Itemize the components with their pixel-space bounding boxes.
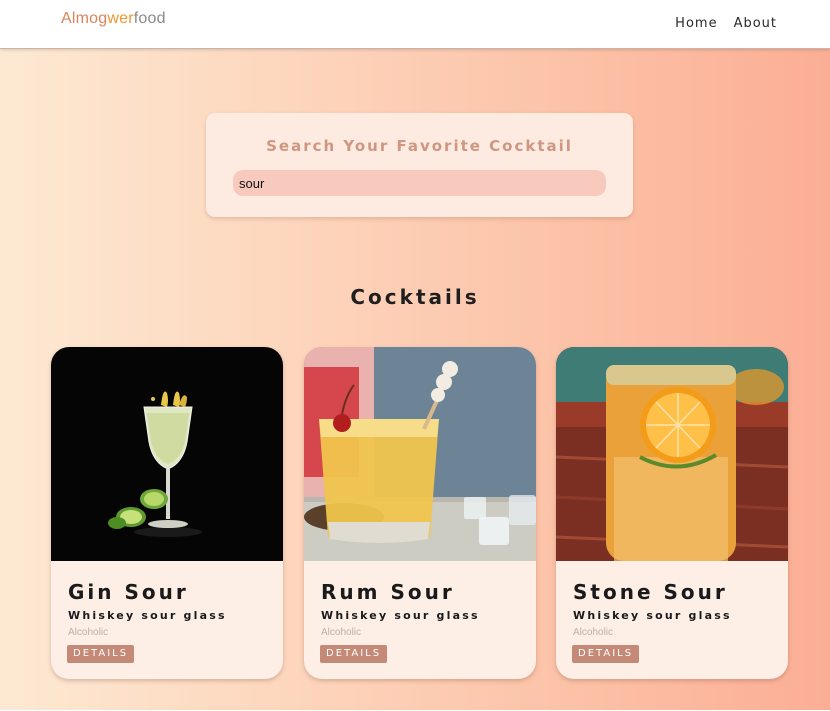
cocktail-glass: Whiskey sour glass — [321, 609, 480, 622]
logo-part-3: food — [133, 10, 166, 27]
cocktail-card: Gin Sour Whiskey sour glass Alcoholic DE… — [51, 347, 283, 679]
cocktail-card: Stone Sour Whiskey sour glass Alcoholic … — [556, 347, 788, 679]
logo-part-1: Almog — [61, 10, 108, 27]
nav-link-about[interactable]: About — [734, 16, 777, 31]
navbar: Almogwerfood Home About — [0, 0, 830, 49]
cocktail-glass: Whiskey sour glass — [68, 609, 227, 622]
logo-part-2: wer — [107, 10, 134, 27]
cocktail-alcoholic: Alcoholic — [68, 627, 109, 638]
cocktail-name: Rum Sour — [321, 580, 455, 604]
cocktail-image — [304, 347, 536, 561]
cocktail-name: Stone Sour — [573, 580, 728, 604]
site-logo[interactable]: Almogwerfood — [61, 10, 166, 28]
search-title: Search Your Favorite Cocktail — [266, 137, 573, 155]
search-card: Search Your Favorite Cocktail — [206, 113, 633, 217]
main-content: Search Your Favorite Cocktail Cocktails — [0, 49, 830, 711]
cocktail-alcoholic: Alcoholic — [573, 627, 614, 638]
cocktail-card: Rum Sour Whiskey sour glass Alcoholic DE… — [304, 347, 536, 679]
cocktail-alcoholic: Alcoholic — [321, 627, 362, 638]
cocktail-image — [51, 347, 283, 561]
cocktail-glass: Whiskey sour glass — [573, 609, 732, 622]
cocktail-image — [556, 347, 788, 561]
nav-link-home[interactable]: Home — [675, 16, 717, 31]
details-button[interactable]: DETAILS — [67, 645, 135, 663]
nav-links: Home About — [675, 16, 777, 31]
search-input[interactable] — [233, 170, 606, 196]
cocktail-name: Gin Sour — [68, 580, 189, 604]
details-button[interactable]: DETAILS — [320, 645, 388, 663]
section-title: Cocktails — [350, 285, 480, 309]
details-button[interactable]: DETAILS — [572, 645, 640, 663]
